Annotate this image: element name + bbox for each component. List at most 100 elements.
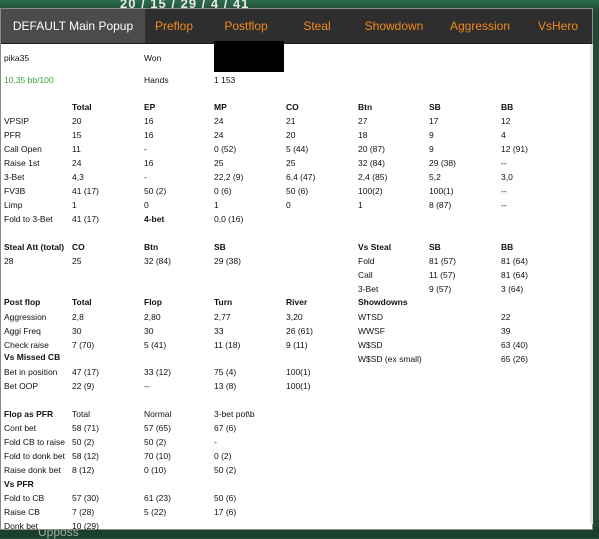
tab-default-main-popup[interactable]: DEFAULT Main Popup xyxy=(1,9,145,43)
preflop-row-label: Limp xyxy=(4,200,23,210)
preflop-cell: 0 (6) xyxy=(214,186,232,196)
postflop-cell: 9 (11) xyxy=(286,340,308,350)
steal-cell: 32 (84) xyxy=(144,256,171,266)
preflop-header: EP xyxy=(144,102,156,112)
preflop-row-label: VPSIP xyxy=(4,116,30,126)
preflop-cell: 8 (87) xyxy=(429,200,452,210)
preflop-cell: 20 xyxy=(72,116,82,126)
pfr-header: 3-bet pot\b xyxy=(214,409,255,419)
preflop-cell: 41 (17) xyxy=(72,186,99,196)
preflop-cell: 29 (38) xyxy=(429,158,456,168)
preflop-cell: 3,0 xyxy=(501,172,513,182)
preflop-cell: - xyxy=(144,172,147,182)
vs-steal-header: SB xyxy=(429,242,441,252)
preflop-cell: 25 xyxy=(286,158,296,168)
tab-aggression[interactable]: Aggression xyxy=(442,9,518,43)
preflop-row-label: PFR xyxy=(4,130,21,140)
postflop-cell: 33 xyxy=(214,326,224,336)
postflop-cell: 2,8 xyxy=(72,312,84,322)
preflop-row-label: Raise 1st xyxy=(4,158,40,168)
preflop-cell: 4,3 xyxy=(72,172,84,182)
preflop-cell: 32 (84) xyxy=(358,158,385,168)
preflop-cell: 0 (52) xyxy=(214,144,237,154)
missed-cb-cell: 22 (9) xyxy=(72,381,95,391)
pfr-cell: 0 (2) xyxy=(214,451,232,461)
missed-cb-cell: 13 (8) xyxy=(214,381,237,391)
pfr-cell: 8 (12) xyxy=(72,465,95,475)
showdown-row-label: W$SD xyxy=(358,340,383,350)
preflop-cell: -- xyxy=(501,158,507,168)
preflop-cell: 16 xyxy=(144,158,154,168)
pfr-cell: 67 (6) xyxy=(214,423,237,433)
preflop-cell: - xyxy=(144,144,147,154)
postflop-cell: 5 (41) xyxy=(144,340,167,350)
vs-pfr-cell: 7 (28) xyxy=(72,507,95,517)
pfr-row-label: Raise donk bet xyxy=(4,465,61,475)
tab-postflop[interactable]: Postflop xyxy=(214,9,278,43)
showdown-cell: 22 xyxy=(501,312,511,322)
vs-pfr-cell: 50 (6) xyxy=(214,493,237,503)
vs-pfr-cell: 61 (23) xyxy=(144,493,171,503)
pfr-row-label: Fold to donk bet xyxy=(4,451,65,461)
missed-cb-cell: 47 (17) xyxy=(72,367,99,377)
postflop-cell: 30 xyxy=(144,326,154,336)
postflop-cell: 7 (70) xyxy=(72,340,95,350)
pfr-row-label: Cont bet xyxy=(4,423,37,433)
postflop-header: Turn xyxy=(214,297,233,307)
player-name: pika35 xyxy=(4,53,30,63)
preflop-row-label: Call Open xyxy=(4,144,42,154)
tab-preflop[interactable]: Preflop xyxy=(145,9,203,43)
pfr-cell: 58 (12) xyxy=(72,451,99,461)
postflop-cell: 26 (61) xyxy=(286,326,313,336)
vs-steal-cell: 81 (64) xyxy=(501,270,528,280)
missed-cb-row-label: Bet in position xyxy=(4,367,58,377)
vs-steal-cell: 81 (57) xyxy=(429,256,456,266)
preflop-cell: 9 xyxy=(429,144,434,154)
preflop-cell: 100(2) xyxy=(358,186,383,196)
pfr-cell: 58 (71) xyxy=(72,423,99,433)
steal-cell: 29 (38) xyxy=(214,256,241,266)
preflop-cell: 12 xyxy=(501,116,511,126)
preflop-cell: 20 (87) xyxy=(358,144,385,154)
preflop-cell: 17 xyxy=(429,116,439,126)
tab-vshero[interactable]: VsHero xyxy=(531,9,585,43)
steal-header: SB xyxy=(214,242,226,252)
tab-steal[interactable]: Steal xyxy=(293,9,341,43)
vs-pfr-cell: 10 (29) xyxy=(72,521,99,531)
pfr-cell: 57 (65) xyxy=(144,423,171,433)
preflop-header: CO xyxy=(286,102,299,112)
pfr-row-label: Fold CB to raise xyxy=(4,437,65,447)
preflop-cell: 25 xyxy=(214,158,224,168)
missed-cb-cell: 75 (4) xyxy=(214,367,237,377)
vs-pfr-cell: 17 (6) xyxy=(214,507,237,517)
missed-cb-cell: -- xyxy=(144,381,150,391)
showdown-cell: 63 (40) xyxy=(501,340,528,350)
scrollbar[interactable] xyxy=(590,44,593,524)
postflop-cell: 2,80 xyxy=(144,312,161,322)
preflop-cell: 0 xyxy=(286,200,291,210)
redacted-amount xyxy=(214,41,284,72)
preflop-cell: 5 (44) xyxy=(286,144,309,154)
tab-showdown[interactable]: Showdown xyxy=(357,9,431,43)
missed-cb-cell: 100(1) xyxy=(286,367,311,377)
postflop-cell: 11 (18) xyxy=(214,340,241,350)
pfr-header: Flop as PFR xyxy=(4,409,54,419)
vs-steal-cell: 11 (57) xyxy=(429,270,456,280)
preflop-header: SB xyxy=(429,102,441,112)
preflop-cell: 4 xyxy=(501,130,506,140)
postflop-cell: 2,77 xyxy=(214,312,231,322)
postflop-header: Post flop xyxy=(4,297,41,307)
showdown-row-label: WTSD xyxy=(358,312,384,322)
preflop-cell: 24 xyxy=(214,130,224,140)
pfr-header: Total xyxy=(72,409,90,419)
preflop-cell: 24 xyxy=(214,116,224,126)
preflop-cell: 15 xyxy=(72,130,82,140)
pfr-header: Normal xyxy=(144,409,172,419)
vs-steal-cell: 9 (57) xyxy=(429,284,452,294)
preflop-cell: 16 xyxy=(144,116,154,126)
preflop-cell: 2,4 (85) xyxy=(358,172,388,182)
steal-cell: 28 xyxy=(4,256,14,266)
vs-pfr-label: Vs PFR xyxy=(4,479,34,489)
preflop-cell: 22,2 (9) xyxy=(214,172,244,182)
preflop-cell: 21 xyxy=(286,116,296,126)
